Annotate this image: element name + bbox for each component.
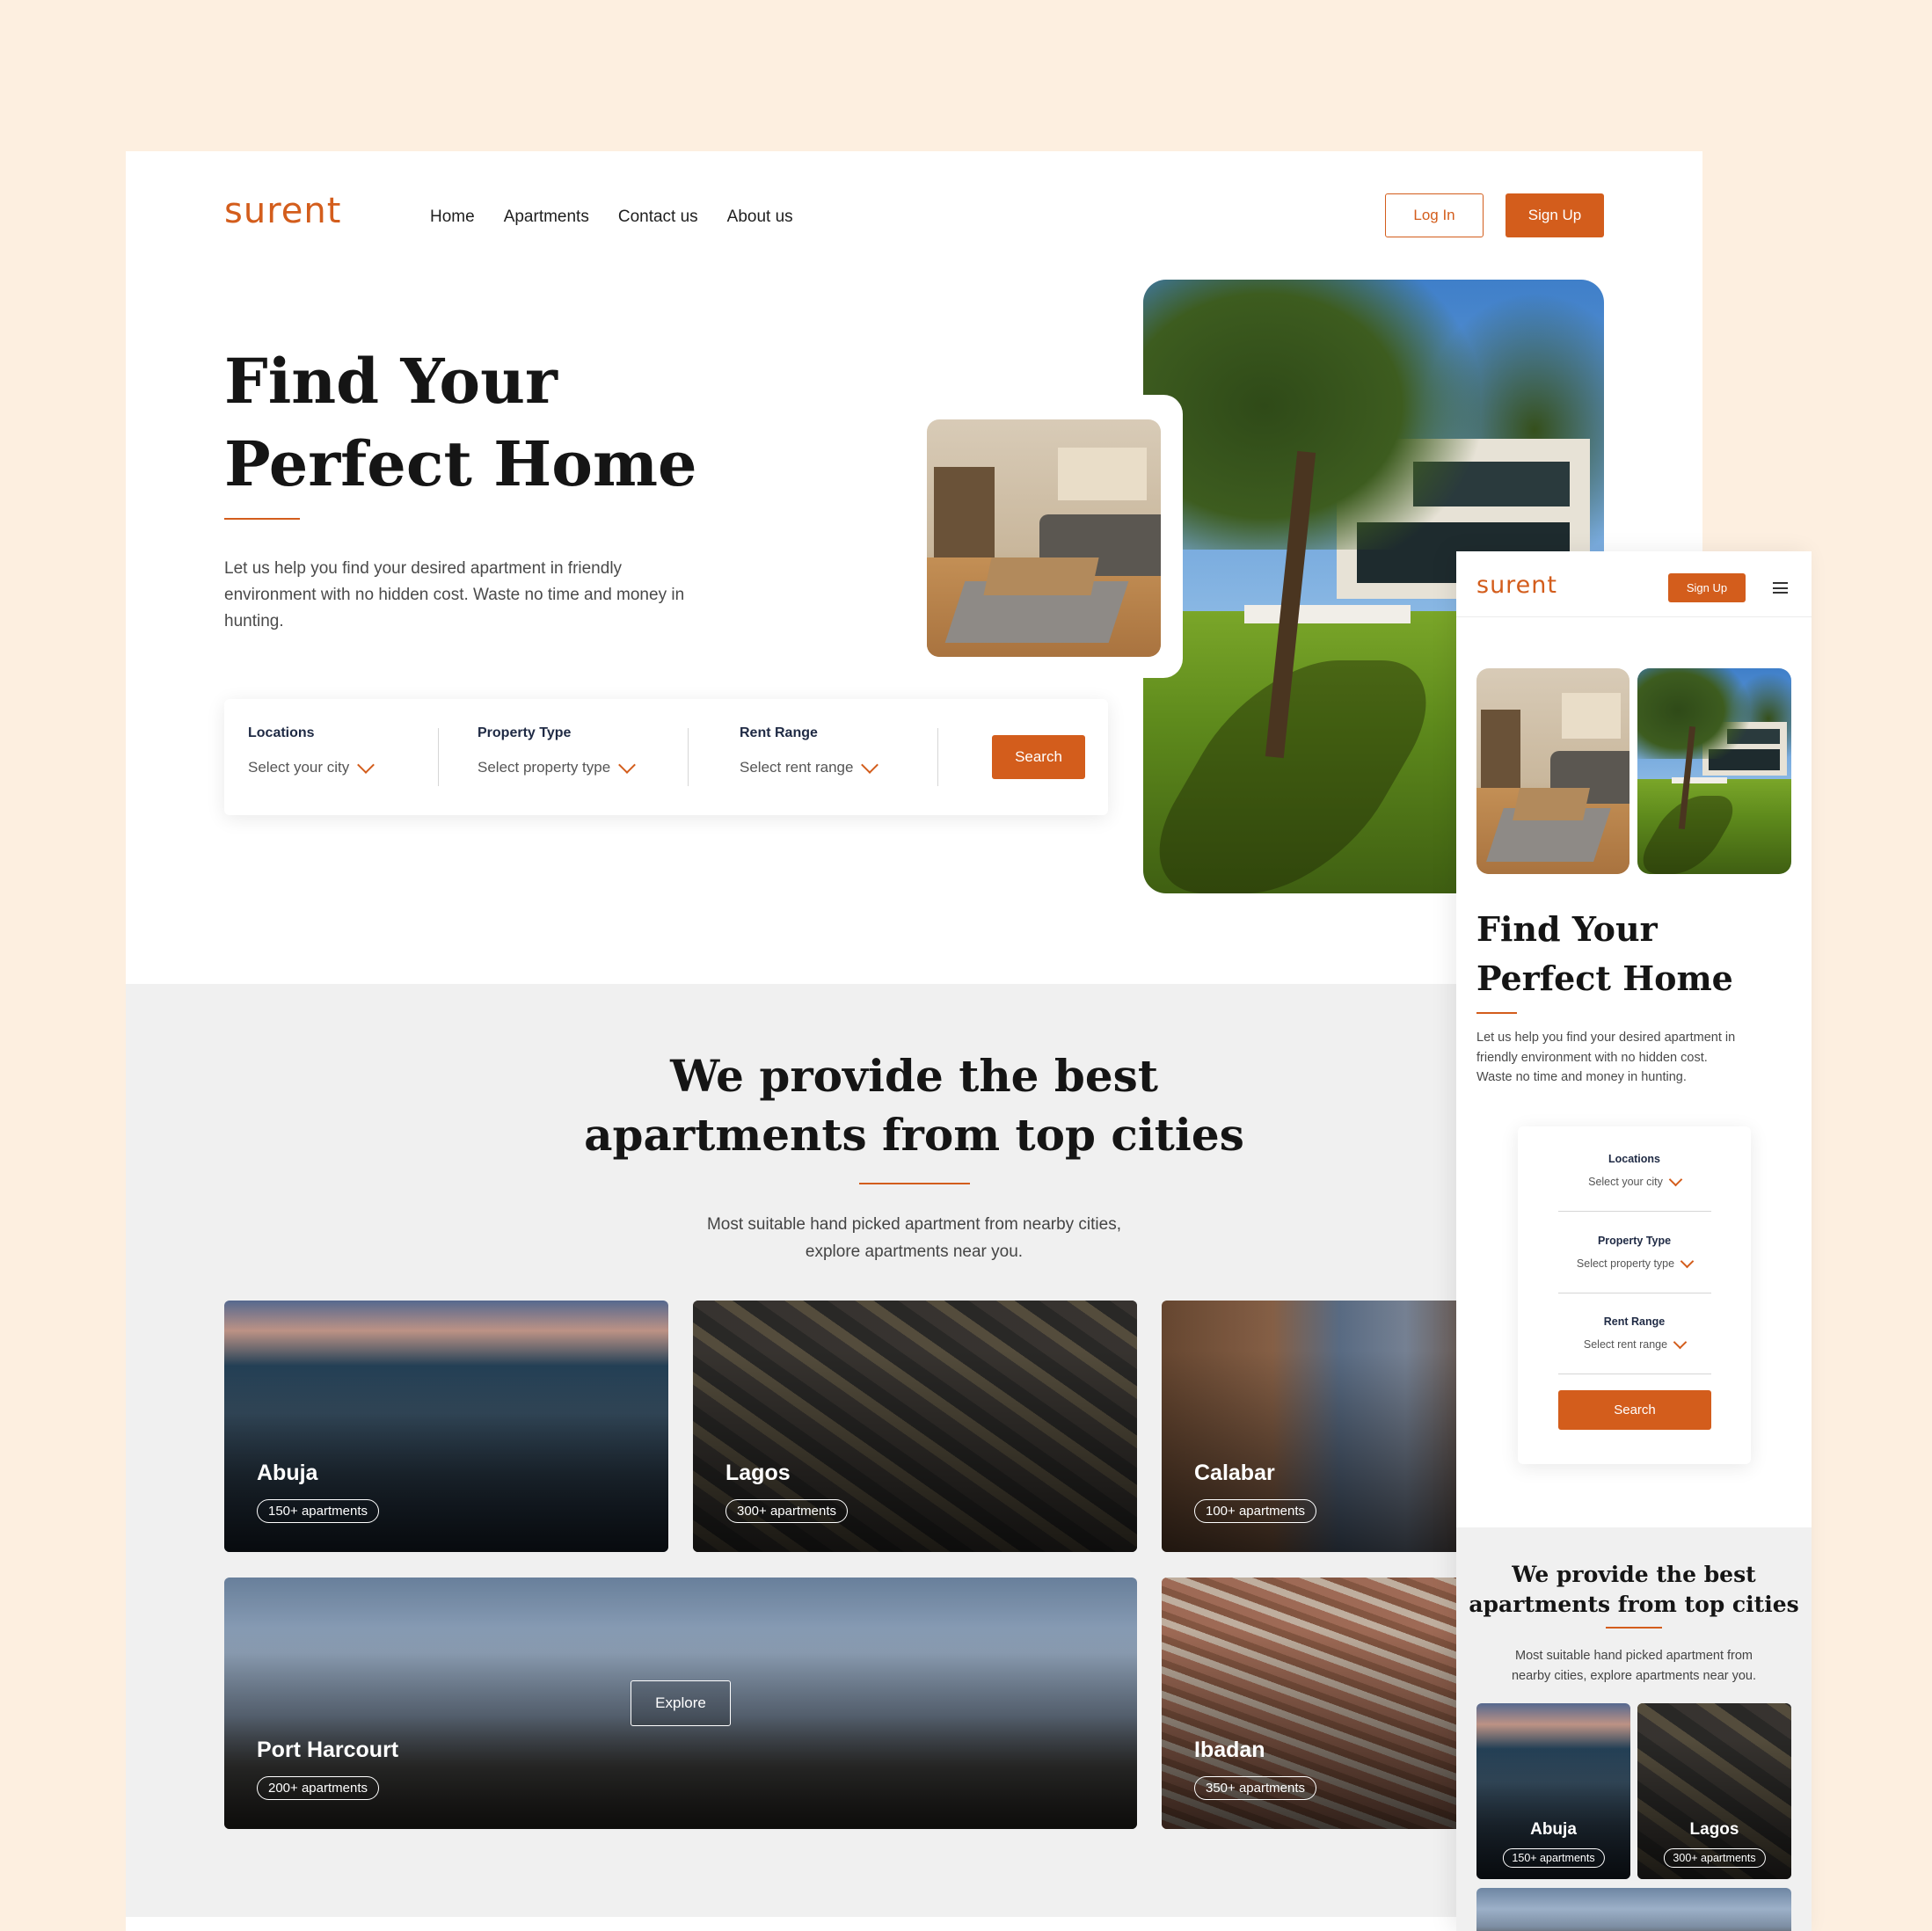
- mobile-cities-title-line2: apartments from top cities: [1469, 1592, 1799, 1617]
- property-type-label: Property Type: [478, 725, 572, 740]
- property-type-value: Select property type: [1576, 1257, 1675, 1270]
- mobile-location-select[interactable]: Locations Select your city: [1518, 1153, 1751, 1188]
- mobile-cities-subtitle-line1: Most suitable hand picked apartment from: [1515, 1649, 1753, 1663]
- rent-range-value: Select rent range: [740, 759, 854, 776]
- mobile-rent-range-select[interactable]: Rent Range Select rent range: [1518, 1315, 1751, 1351]
- chevron-down-icon: [618, 755, 637, 774]
- mobile-house-image: [1637, 668, 1791, 874]
- rent-range-select[interactable]: Rent Range Select rent range: [740, 725, 879, 776]
- nav-contact[interactable]: Contact us: [618, 208, 698, 227]
- nav-home[interactable]: Home: [430, 208, 475, 227]
- apartment-count-badge: 100+ apartments: [1194, 1499, 1316, 1523]
- main-nav: Home Apartments Contact us About us: [430, 208, 793, 227]
- logo[interactable]: surent: [224, 191, 341, 231]
- apartment-count-badge: 200+ apartments: [257, 1776, 379, 1800]
- location-label: Locations: [248, 725, 315, 740]
- mobile-hero-title-line2: Perfect Home: [1476, 958, 1733, 998]
- mobile-hero-title-line1: Find Your: [1476, 909, 1658, 949]
- chevron-down-icon: [1673, 1335, 1688, 1349]
- city-name: Abuja: [257, 1461, 318, 1485]
- city-name: Ibadan: [1194, 1738, 1265, 1762]
- search-panel: Locations Select your city Property Type…: [224, 699, 1108, 815]
- mobile-cities-title-line1: We provide the best: [1512, 1562, 1756, 1587]
- hero-living-room-image: [927, 419, 1161, 657]
- hero-title-line1: Find Your: [224, 345, 558, 418]
- mobile-logo[interactable]: surent: [1476, 572, 1557, 599]
- nav-about[interactable]: About us: [727, 208, 793, 227]
- mobile-frame: surent Sign Up Find Your Perfect Home Le…: [1456, 551, 1812, 1931]
- chevron-down-icon: [357, 755, 375, 774]
- chevron-down-icon: [861, 755, 879, 774]
- city-name: Abuja: [1530, 1820, 1577, 1839]
- hero-title: Find Your Perfect Home: [224, 340, 840, 506]
- city-card-lagos[interactable]: Lagos 300+ apartments: [693, 1301, 1137, 1552]
- rent-range-value: Select rent range: [1583, 1338, 1668, 1351]
- mobile-hero-title: Find Your Perfect Home: [1476, 905, 1793, 1003]
- hero-title-line2: Perfect Home: [224, 427, 697, 500]
- city-name: Lagos: [725, 1461, 791, 1485]
- divider: [438, 728, 439, 786]
- rent-range-label: Rent Range: [740, 725, 818, 740]
- hero-description: Let us help you find your desired apartm…: [224, 559, 685, 630]
- mobile-cities-section-title: We provide the best apartments from top …: [1456, 1560, 1812, 1620]
- apartment-count-badge: 150+ apartments: [1502, 1848, 1605, 1868]
- location-value: Select your city: [1588, 1176, 1663, 1188]
- mobile-city-card-lagos[interactable]: Lagos 300+ apartments: [1637, 1703, 1791, 1879]
- cities-divider: [859, 1183, 970, 1184]
- hero-divider: [224, 518, 300, 520]
- mobile-search-button[interactable]: Search: [1558, 1390, 1711, 1430]
- apartment-count-badge: 150+ apartments: [257, 1499, 379, 1523]
- chevron-down-icon: [1680, 1254, 1695, 1268]
- city-name: Port Harcourt: [257, 1738, 399, 1762]
- apartment-count-badge: 300+ apartments: [725, 1499, 848, 1523]
- city-name: Lagos: [1689, 1820, 1739, 1839]
- signup-button[interactable]: Sign Up: [1506, 193, 1604, 237]
- hamburger-icon[interactable]: [1773, 582, 1788, 594]
- header-divider: [1456, 616, 1812, 617]
- login-button[interactable]: Log In: [1385, 193, 1484, 237]
- divider: [688, 728, 689, 786]
- chevron-down-icon: [1668, 1172, 1683, 1186]
- mobile-living-room-image: [1476, 668, 1629, 874]
- location-value: Select your city: [248, 759, 350, 776]
- location-select[interactable]: Locations Select your city: [248, 725, 375, 776]
- rent-range-label: Rent Range: [1603, 1315, 1666, 1328]
- divider: [937, 728, 938, 786]
- property-type-select[interactable]: Property Type Select property type: [478, 725, 637, 776]
- mobile-cities-divider: [1606, 1627, 1662, 1629]
- nav-apartments[interactable]: Apartments: [504, 208, 589, 227]
- mobile-cities-section-subtitle: Most suitable hand picked apartment from…: [1456, 1646, 1812, 1686]
- city-card-abuja[interactable]: Abuja 150+ apartments: [224, 1301, 668, 1552]
- search-button[interactable]: Search: [992, 735, 1085, 779]
- mobile-city-card-abuja[interactable]: Abuja 150+ apartments: [1476, 1703, 1630, 1879]
- explore-button[interactable]: Explore: [631, 1680, 731, 1726]
- mobile-hero-description: Let us help you find your desired apartm…: [1476, 1031, 1736, 1084]
- mobile-search-panel: Locations Select your city Property Type…: [1518, 1126, 1751, 1464]
- property-type-label: Property Type: [1597, 1235, 1672, 1247]
- property-type-value: Select property type: [478, 759, 611, 776]
- mobile-signup-button[interactable]: Sign Up: [1668, 573, 1746, 602]
- mobile-cities-subtitle-line2: nearby cities, explore apartments near y…: [1511, 1668, 1757, 1683]
- location-label: Locations: [1608, 1153, 1661, 1165]
- city-name: Calabar: [1194, 1461, 1275, 1485]
- mobile-hero-divider: [1476, 1012, 1517, 1014]
- apartment-count-badge: 350+ apartments: [1194, 1776, 1316, 1800]
- divider: [1558, 1211, 1711, 1212]
- apartment-count-badge: 300+ apartments: [1663, 1848, 1766, 1868]
- mobile-property-type-select[interactable]: Property Type Select property type: [1518, 1235, 1751, 1270]
- mobile-city-card-next[interactable]: [1476, 1888, 1791, 1931]
